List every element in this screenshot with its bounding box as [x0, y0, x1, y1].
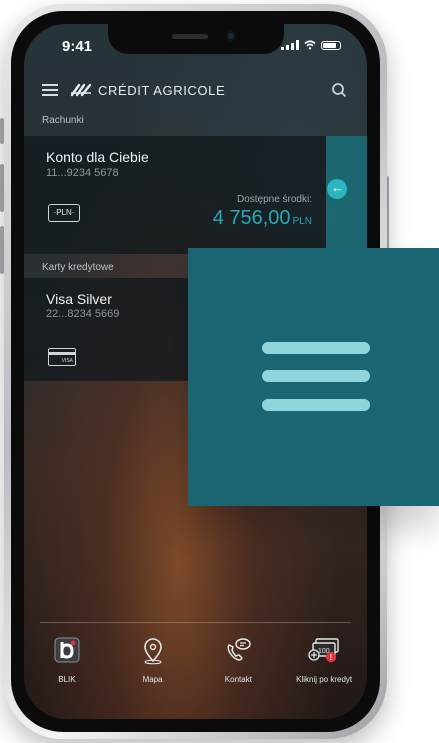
nav-item-kontakt[interactable]: Kontakt [196, 628, 282, 698]
blik-icon [54, 637, 80, 663]
status-time: 9:41 [62, 38, 93, 55]
phone-chat-icon [227, 638, 252, 661]
account-number: 11...9234 5678 [46, 167, 119, 179]
available-funds-label: Dostępne środki: [236, 194, 312, 205]
account-name: Konto dla Ciebie [46, 149, 149, 165]
nav-label-mapa: Mapa [142, 675, 163, 684]
nav-label-kontakt: Kontakt [224, 675, 252, 684]
app-header: CRÉDIT AGRICOLE [24, 72, 367, 106]
available-funds-amount: 4 756,00 PLN [212, 207, 312, 229]
visa-card-icon: VISA [48, 348, 76, 366]
alert-badge: ! [330, 653, 333, 662]
brand-logo: CRÉDIT AGRICOLE [70, 80, 225, 100]
menu-overlay-panel[interactable] [188, 248, 439, 506]
camera [226, 31, 236, 41]
nav-item-blik[interactable]: BLIK [24, 628, 110, 698]
nav-label-kredyt: Kliknij po kredyt [296, 675, 353, 684]
nav-divider [40, 622, 351, 623]
money-plus-icon: 100 ! [308, 638, 339, 663]
nav-item-kredyt[interactable]: 100 ! Kliknij po kredyt [281, 628, 367, 698]
back-arrow-icon[interactable] [327, 179, 347, 199]
battery-icon [321, 40, 341, 50]
wifi-icon [304, 40, 316, 50]
nav-item-mapa[interactable]: Mapa [110, 628, 196, 698]
status-icons [281, 40, 341, 50]
card-name: Visa Silver [46, 291, 112, 307]
search-icon[interactable] [331, 82, 347, 98]
currency-badge: ·PLN· [48, 204, 80, 222]
speaker [172, 34, 208, 39]
credit-agricole-logo-icon [70, 83, 92, 97]
map-pin-icon [143, 638, 162, 665]
accounts-section-label: Rachunki [42, 115, 84, 126]
card-number: 22...8234 5669 [46, 308, 120, 320]
brand-name: CRÉDIT AGRICOLE [98, 82, 226, 98]
menu-icon[interactable] [42, 84, 58, 96]
credit-cards-section-label: Karty kredytowe [42, 262, 114, 273]
signal-icon [281, 40, 299, 50]
bottom-navigation: BLIK Mapa Kontakt 100 ! Kliknij po kredy… [24, 628, 367, 698]
nav-label-blik: BLIK [58, 675, 76, 684]
notch [108, 24, 284, 54]
account-card[interactable]: Konto dla Ciebie 11...9234 5678 ·PLN· Do… [24, 136, 326, 254]
